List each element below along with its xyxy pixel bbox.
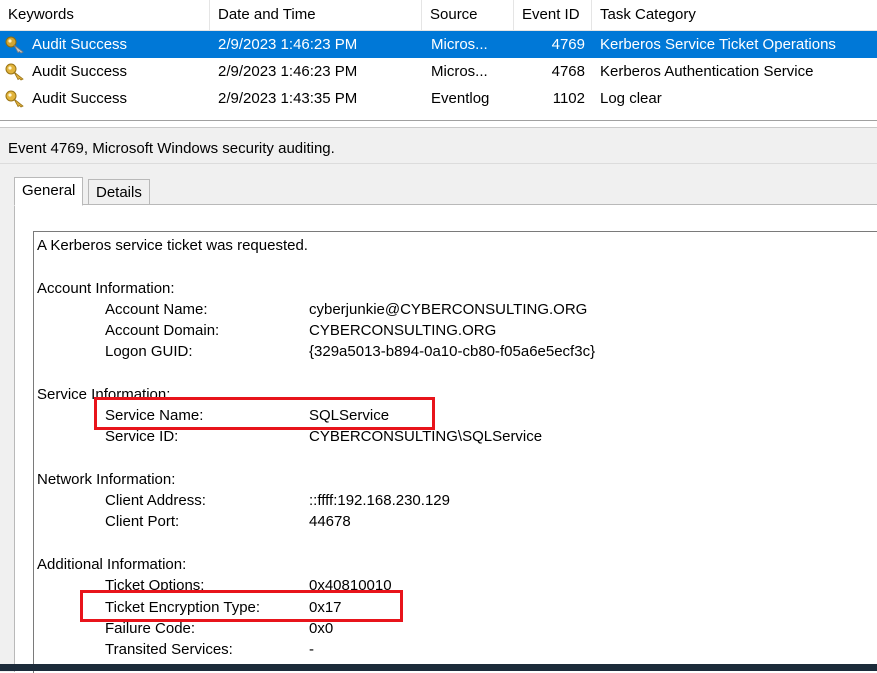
field-value-account-domain: CYBERCONSULTING.ORG — [309, 322, 497, 339]
field-label: Failure Code: — [105, 620, 196, 637]
event-row[interactable]: Audit Success 2/9/2023 1:46:23 PM Micros… — [0, 31, 877, 58]
section-heading-account: Account Information: — [37, 280, 175, 297]
event-row[interactable]: Audit Success 2/9/2023 1:46:23 PM Micros… — [0, 58, 877, 85]
row-datetime: 2/9/2023 1:43:35 PM — [218, 90, 358, 107]
field-value-service-name: SQLService — [309, 407, 390, 424]
row-datetime: 2/9/2023 1:46:23 PM — [218, 63, 358, 80]
tab-details[interactable]: Details — [88, 179, 150, 206]
field-label: Account Domain: — [105, 322, 220, 339]
field-label: Client Address: — [105, 492, 206, 509]
section-heading-additional: Additional Information: — [37, 556, 187, 573]
field-value-service-id: CYBERCONSULTING\SQLService — [309, 428, 543, 445]
key-icon — [5, 36, 24, 54]
row-source: Eventlog — [431, 90, 490, 107]
window-bottom-edge — [0, 664, 877, 671]
event-description-intro: A Kerberos service ticket was requested. — [37, 237, 308, 254]
event-detail-pane: Event 4769, Microsoft Windows security a… — [0, 127, 877, 673]
field-value-ticket-options: 0x40810010 — [309, 577, 392, 594]
field-label: Logon GUID: — [105, 343, 193, 360]
field-value-client-address: ::ffff:192.168.230.129 — [309, 492, 450, 509]
row-task-category: Kerberos Authentication Service — [600, 63, 814, 80]
field-value-ticket-encryption-type: 0x17 — [309, 599, 342, 616]
column-header-keywords[interactable]: Keywords — [0, 0, 210, 30]
field-value-logon-guid: {329a5013-b894-0a10-cb80-f05a6e5ecf3c} — [309, 343, 596, 360]
section-heading-network: Network Information: — [37, 471, 176, 488]
field-label: Client Port: — [105, 513, 180, 530]
row-keywords: Audit Success — [32, 90, 128, 107]
column-header-date-time[interactable]: Date and Time — [210, 0, 422, 30]
event-row[interactable]: Audit Success 2/9/2023 1:43:35 PM Eventl… — [0, 85, 877, 112]
row-event-id: 4768 — [551, 63, 585, 80]
row-event-id: 1102 — [552, 90, 585, 107]
row-keywords: Audit Success — [32, 63, 128, 80]
row-datetime: 2/9/2023 1:46:23 PM — [218, 36, 358, 53]
row-source: Micros... — [431, 63, 488, 80]
field-label: Service Name: — [105, 407, 204, 424]
field-label: Ticket Encryption Type: — [105, 599, 261, 616]
row-keywords: Audit Success — [32, 36, 128, 53]
event-list[interactable]: Keywords Date and Time Source Event ID T… — [0, 0, 877, 121]
column-header-event-id[interactable]: Event ID — [514, 0, 592, 30]
column-header-task-category[interactable]: Task Category — [592, 0, 877, 30]
tab-general[interactable]: General — [14, 177, 84, 206]
field-label: Account Name: — [105, 301, 208, 318]
divider — [0, 163, 877, 164]
field-value-account-name: cyberjunkie@CYBERCONSULTING.ORG — [309, 301, 588, 318]
key-icon — [5, 90, 24, 108]
column-header-source[interactable]: Source — [422, 0, 514, 30]
event-list-header: Keywords Date and Time Source Event ID T… — [0, 0, 877, 31]
field-label: Ticket Options: — [105, 577, 205, 594]
row-source: Micros... — [431, 36, 488, 53]
section-heading-service: Service Information: — [37, 386, 171, 403]
field-label: Service ID: — [105, 428, 179, 445]
field-value-transited-services: - — [309, 641, 314, 658]
event-description-textbox[interactable]: A Kerberos service ticket was requested.… — [33, 231, 877, 673]
event-detail-title: Event 4769, Microsoft Windows security a… — [8, 140, 335, 157]
field-value-failure-code: 0x0 — [309, 620, 334, 637]
row-task-category: Log clear — [600, 90, 662, 107]
row-task-category: Kerberos Service Ticket Operations — [600, 36, 836, 53]
field-value-client-port: 44678 — [309, 513, 351, 530]
key-icon — [5, 63, 24, 81]
row-event-id: 4769 — [551, 36, 585, 53]
field-label: Transited Services: — [105, 641, 233, 658]
general-tab-panel: A Kerberos service ticket was requested.… — [14, 204, 877, 673]
